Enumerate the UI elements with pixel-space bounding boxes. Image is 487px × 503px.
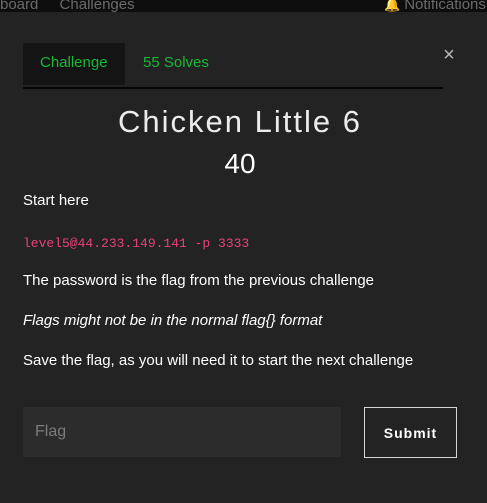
description-flag-format-note: Flags might not be in the normal flag{} … <box>23 312 323 329</box>
description-save-flag: Save the flag, as you will need it to st… <box>23 352 414 369</box>
description-intro: Start here <box>23 192 89 209</box>
tab-challenge[interactable]: Challenge <box>23 43 125 85</box>
challenge-title: Chicken Little 6 <box>118 104 362 139</box>
challenge-modal: × Challenge 55 Solves Chicken Little 6 4… <box>0 12 487 503</box>
challenge-points: 40 <box>224 148 256 179</box>
submit-button[interactable]: Submit <box>364 407 457 458</box>
tab-solves[interactable]: 55 Solves <box>126 43 226 85</box>
connection-command: level5@44.233.149.141 -p 3333 <box>23 236 250 251</box>
description-password: The password is the flag from the previo… <box>23 272 375 289</box>
flag-input[interactable] <box>23 407 341 457</box>
modal-tabs: Challenge 55 Solves <box>23 43 443 89</box>
